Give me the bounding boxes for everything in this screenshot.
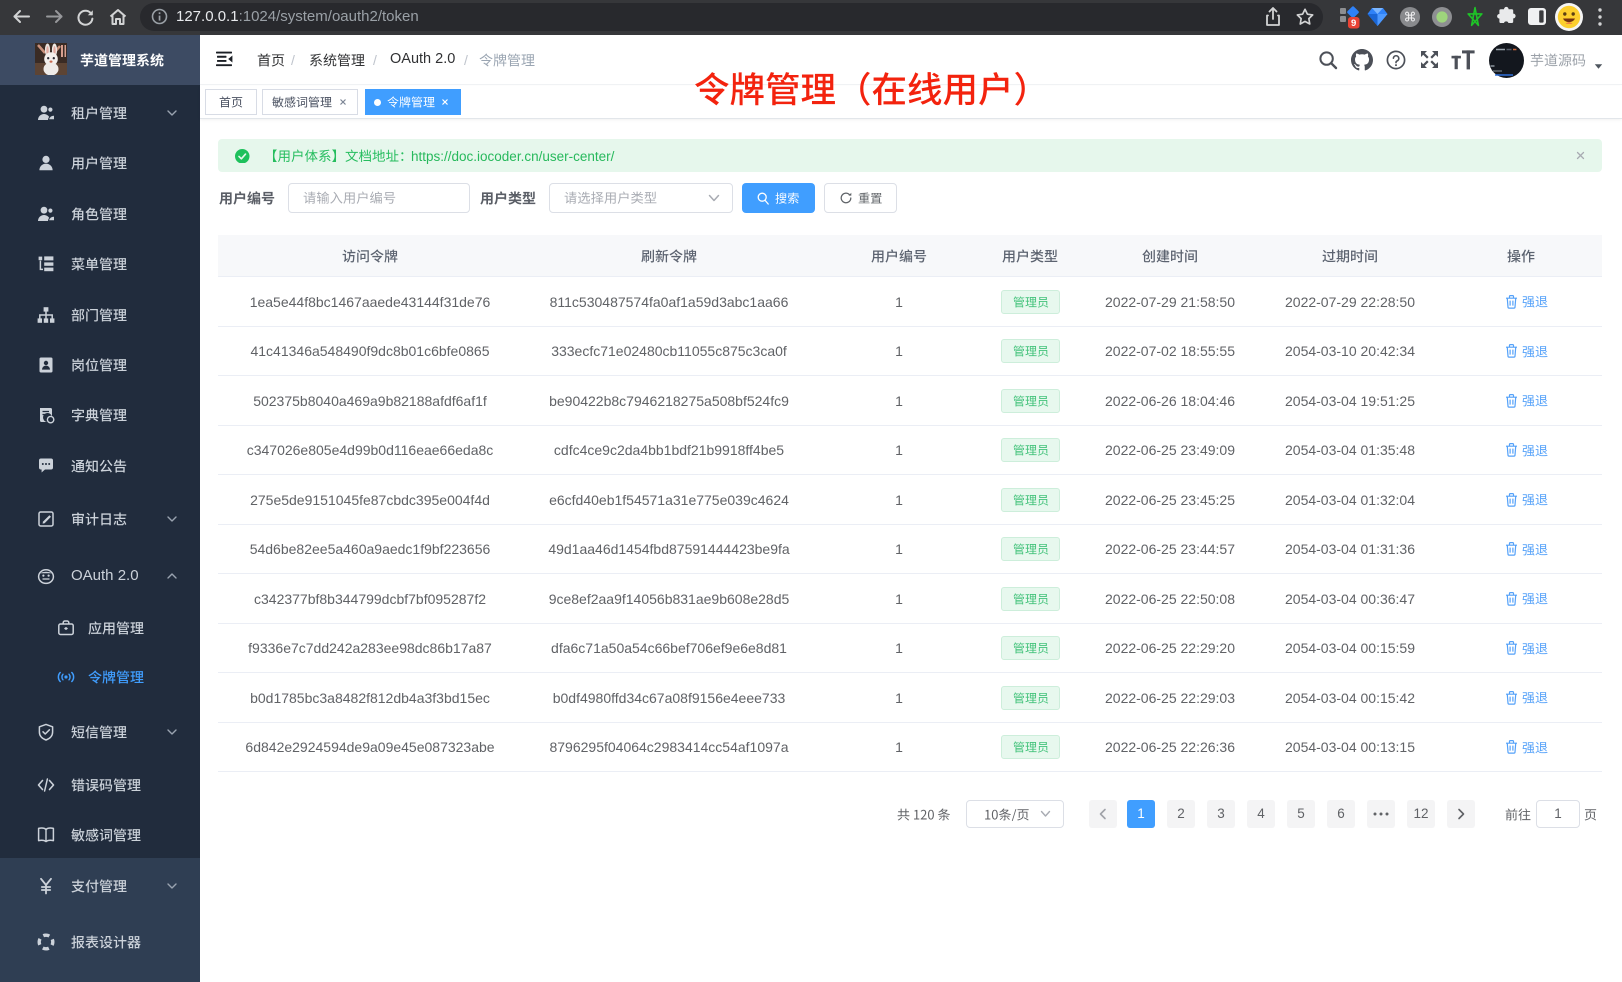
svg-text:9: 9 [1351,18,1356,29]
svg-text:⌘: ⌘ [1404,10,1417,25]
